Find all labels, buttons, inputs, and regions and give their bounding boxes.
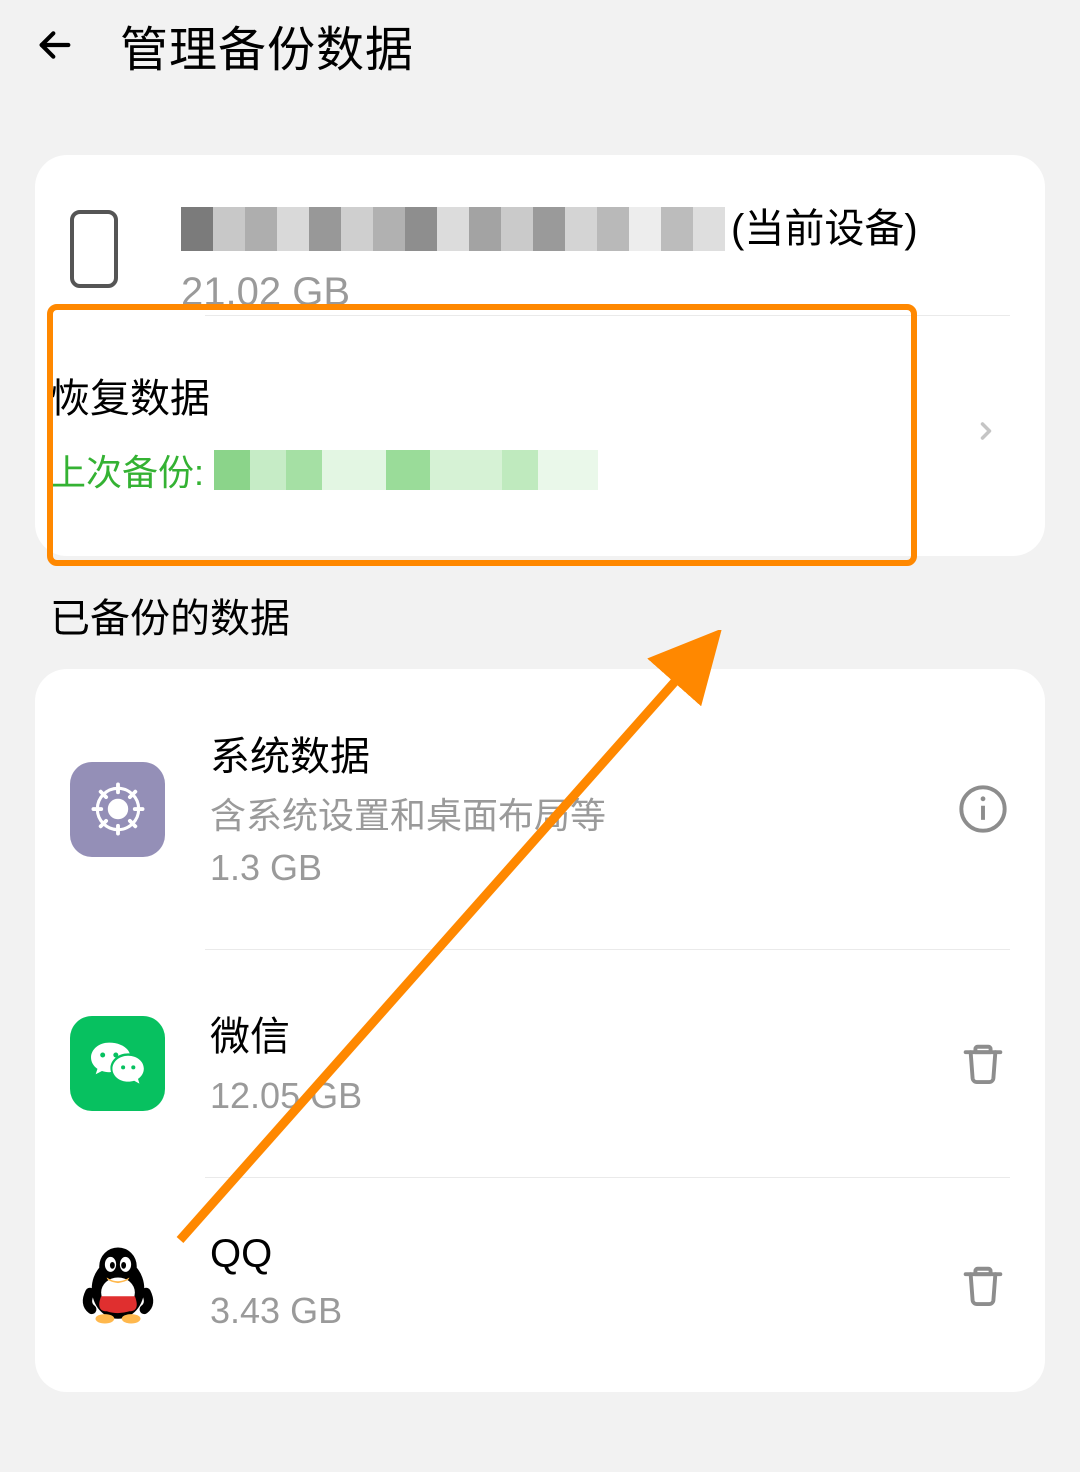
info-icon <box>957 783 1009 835</box>
app-row-system-data[interactable]: 系统数据 含系统设置和桌面布局等 1.3 GB <box>35 669 1045 949</box>
app-size: 12.05 GB <box>210 1070 955 1122</box>
page-title: 管理备份数据 <box>120 10 414 80</box>
app-size: 3.43 GB <box>210 1285 955 1337</box>
app-title: QQ <box>210 1232 955 1277</box>
header: 管理备份数据 <box>0 0 1080 110</box>
delete-button[interactable] <box>955 1036 1010 1091</box>
qq-app-icon <box>70 1237 165 1332</box>
arrow-left-icon <box>35 25 75 65</box>
last-backup-line: 上次备份: <box>50 444 972 496</box>
backed-up-section-title: 已备份的数据 <box>50 586 1030 644</box>
app-row-wechat[interactable]: 微信 12.05 GB <box>35 949 1045 1177</box>
app-title: 微信 <box>210 1004 955 1062</box>
app-subtitle: 含系统设置和桌面布局等 <box>210 790 955 842</box>
device-name: (当前设备) <box>181 200 1000 258</box>
delete-button[interactable] <box>955 1257 1010 1312</box>
redacted-last-backup-time <box>214 450 598 490</box>
device-card: (当前设备) 21.02 GB 恢复数据 上次备份: <box>35 155 1045 556</box>
settings-app-icon <box>70 762 165 857</box>
info-button[interactable] <box>955 782 1010 837</box>
device-name-suffix: (当前设备) <box>731 200 918 258</box>
trash-icon <box>957 1259 1009 1311</box>
device-row[interactable]: (当前设备) 21.02 GB <box>35 155 1045 315</box>
apps-list-card: 系统数据 含系统设置和桌面布局等 1.3 GB 微信 <box>35 669 1045 1392</box>
last-backup-label: 上次备份: <box>50 444 204 496</box>
restore-data-row[interactable]: 恢复数据 上次备份: <box>35 336 1045 556</box>
app-row-qq[interactable]: QQ 3.43 GB <box>35 1177 1045 1392</box>
app-size: 1.3 GB <box>210 842 955 894</box>
wechat-app-icon <box>70 1016 165 1111</box>
restore-title: 恢复数据 <box>50 366 972 424</box>
chevron-right-icon <box>972 417 1000 445</box>
phone-icon <box>65 210 121 288</box>
trash-icon <box>957 1037 1009 1089</box>
device-size: 21.02 GB <box>181 270 1000 315</box>
back-button[interactable] <box>30 20 80 70</box>
app-title: 系统数据 <box>210 724 955 782</box>
redacted-device-name <box>181 207 725 251</box>
